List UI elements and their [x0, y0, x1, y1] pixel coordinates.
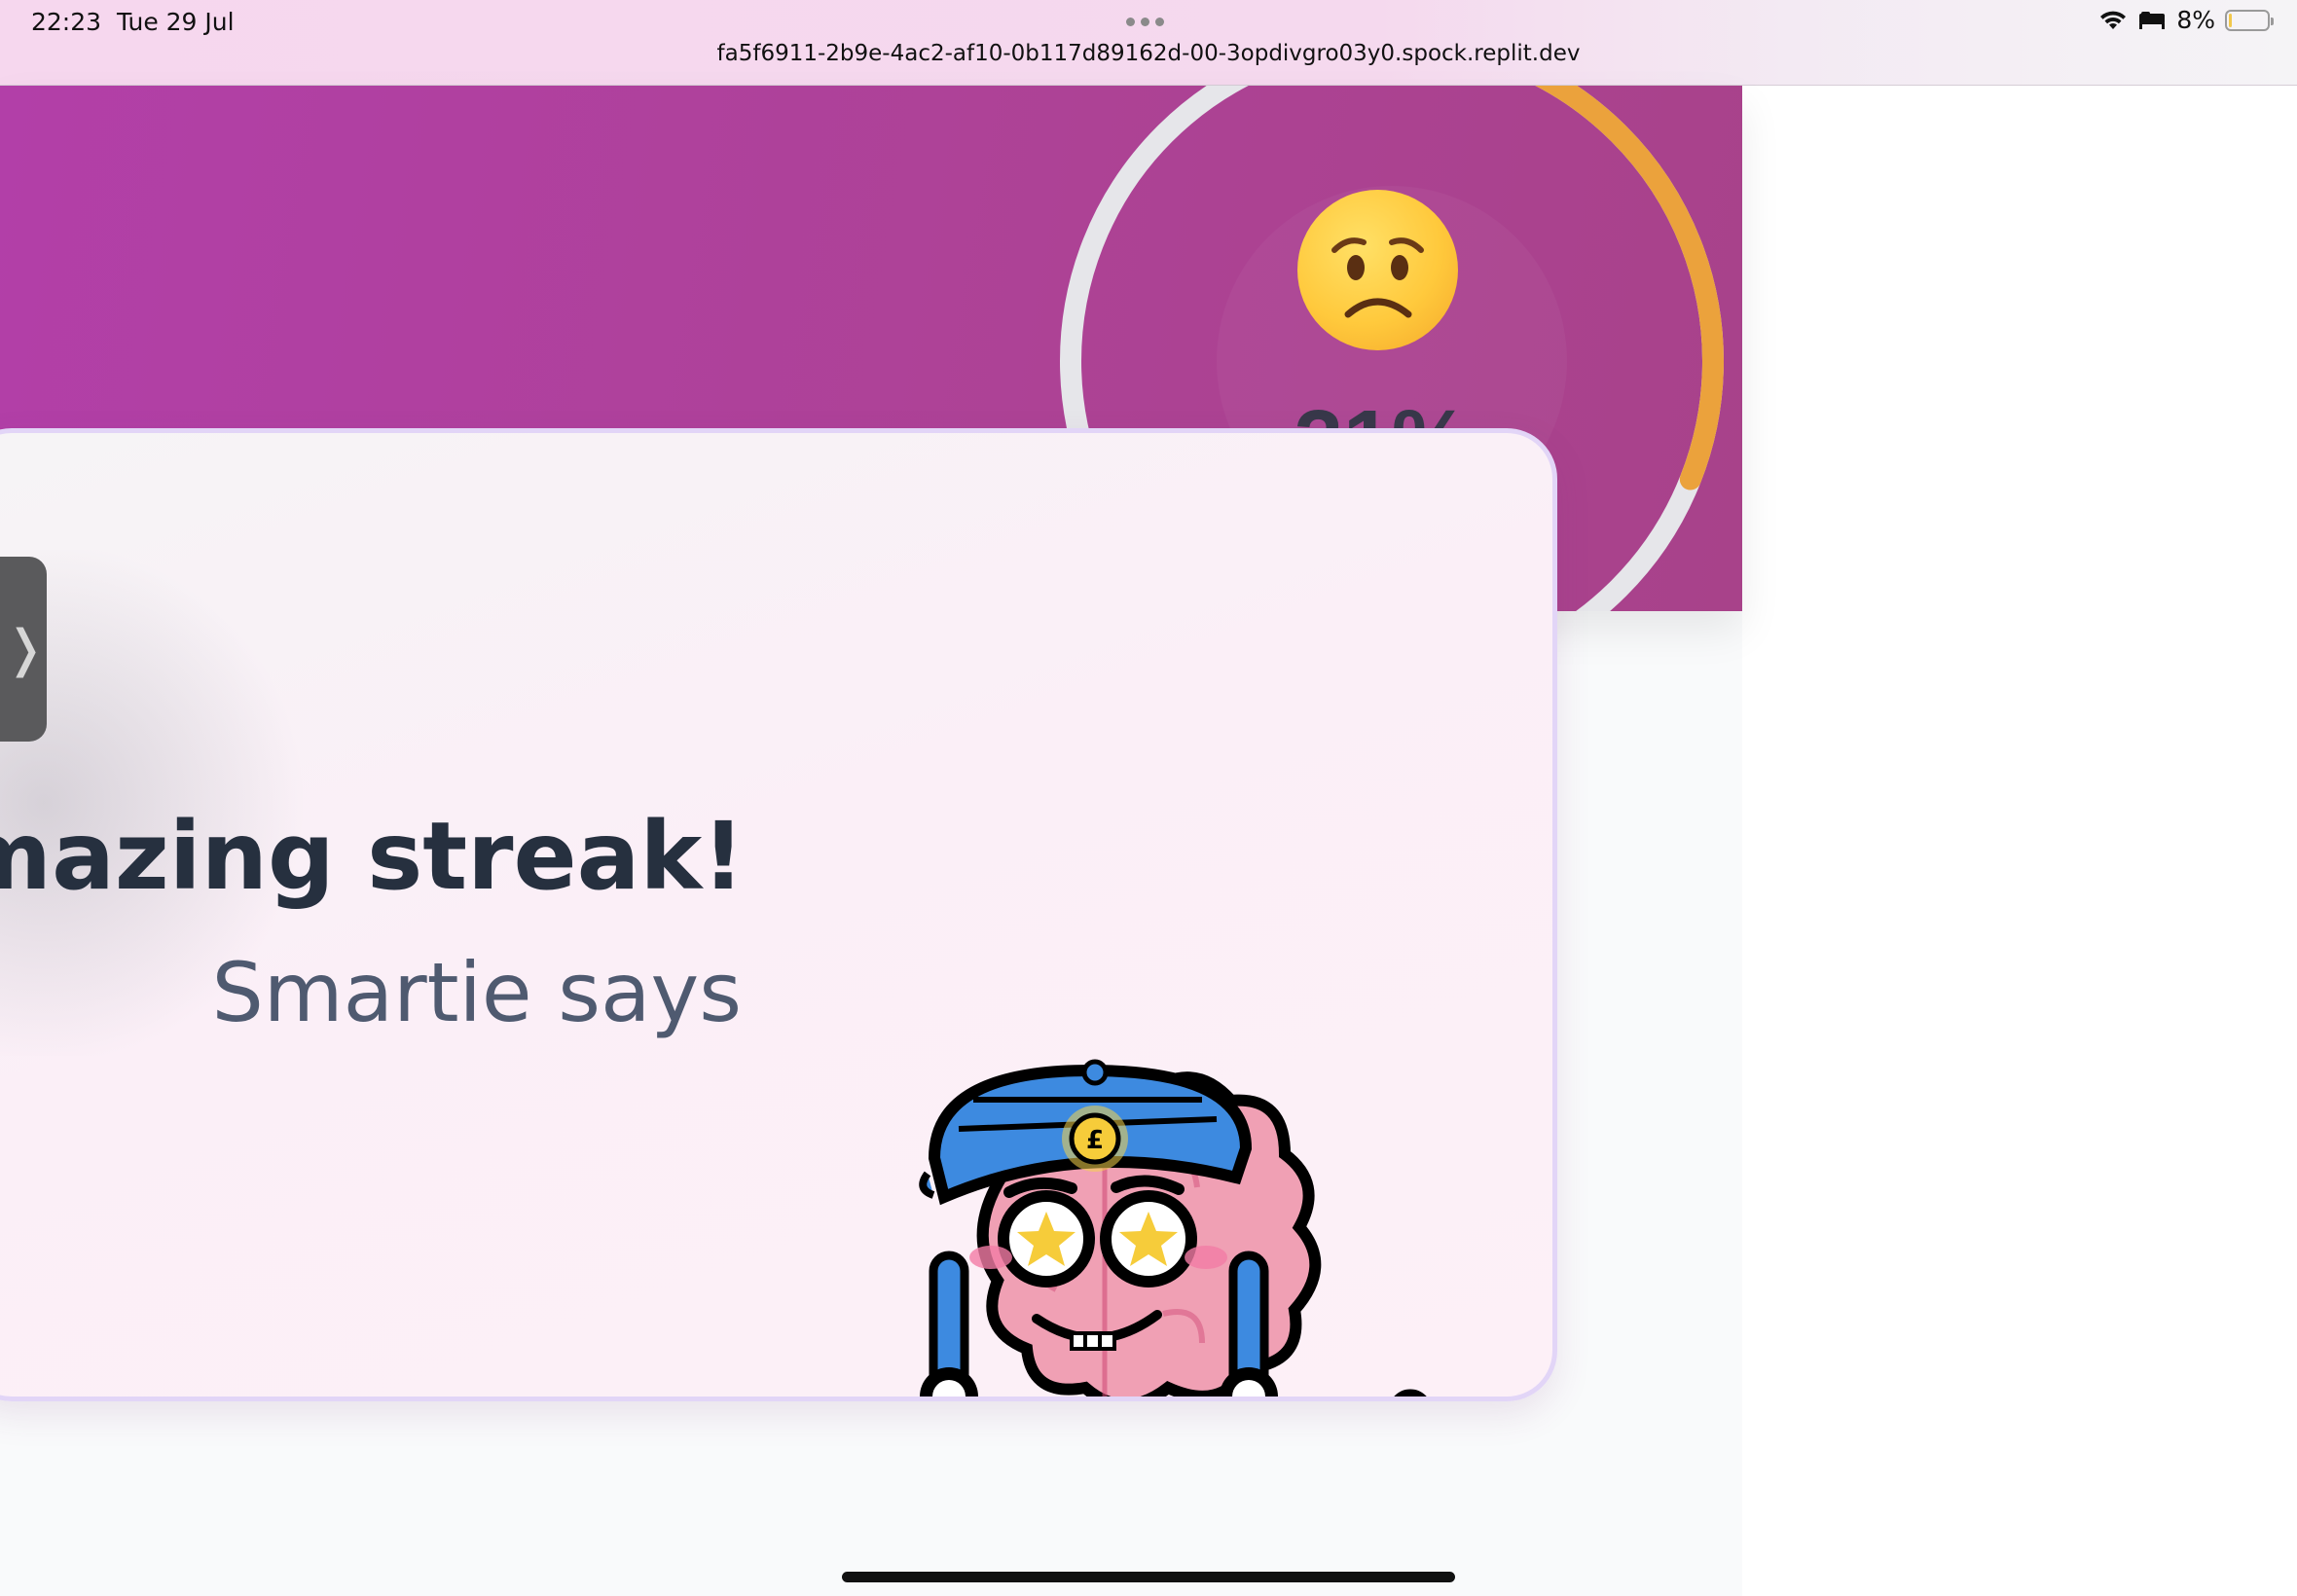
home-indicator[interactable] [842, 1572, 1455, 1582]
more-dots-icon[interactable] [1126, 18, 1164, 26]
side-drawer-handle[interactable]: ❭ [0, 557, 47, 742]
blank-pane [1742, 86, 2297, 1596]
headline-clip: Amazing streak! [0, 798, 745, 915]
battery-percent: 8% [2176, 6, 2215, 34]
sleep-bed-icon [2139, 11, 2166, 29]
card-headline: Amazing streak! [0, 802, 745, 911]
card-subline: Smartie says [211, 945, 742, 1040]
status-date: Tue 29 Jul [117, 8, 235, 36]
encouragement-card: £ [0, 428, 1557, 1401]
smartie-brain-mascot: £ [919, 1059, 1427, 1396]
battery-level-fill [2229, 13, 2232, 27]
wifi-icon [2100, 11, 2127, 29]
chevron-right-icon: ❭ [4, 620, 47, 678]
worried-face-emoji [1297, 190, 1458, 350]
status-indicators: 8% [2098, 6, 2274, 34]
status-bar: 22:23 Tue 29 Jul fa5f6911-2b9e-4ac2-af10… [0, 0, 2297, 86]
status-time: 22:23 [31, 8, 102, 36]
app-viewport: 22:23 Tue 29 Jul fa5f6911-2b9e-4ac2-af10… [0, 0, 2297, 1596]
battery-icon [2225, 9, 2274, 31]
svg-text:£: £ [1086, 1126, 1104, 1155]
address-url[interactable]: fa5f6911-2b9e-4ac2-af10-0b117d89162d-00-… [0, 41, 2297, 66]
